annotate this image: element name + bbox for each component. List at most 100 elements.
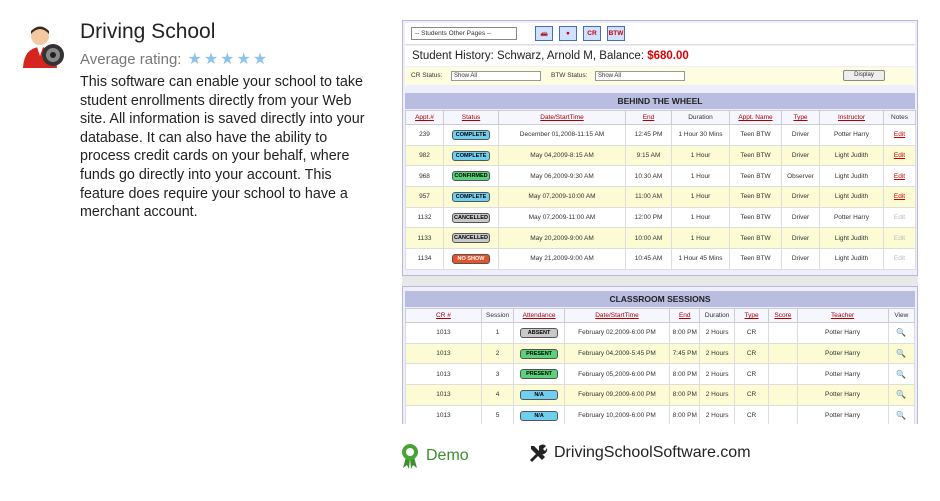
appt-type: Driver: [781, 124, 820, 146]
instructor: Light Judith: [819, 248, 884, 270]
instructor: Potter Harry: [819, 124, 884, 146]
magnifier-icon[interactable]: 🔍: [896, 390, 906, 399]
btw-col-header[interactable]: Type: [781, 110, 820, 125]
status-badge: COMPLETE: [452, 129, 490, 140]
edit-link[interactable]: Edit: [894, 214, 905, 221]
demo-link[interactable]: Demo: [400, 443, 469, 469]
status-badge: CANCELLED: [452, 233, 490, 244]
balance-value: $680.00: [647, 50, 689, 62]
app-icon: [20, 22, 68, 70]
date-start: May 21,2009-9:00 AM: [498, 248, 626, 270]
appt-number: 982: [405, 144, 444, 167]
btw-cell: COMPLETE: [443, 186, 499, 208]
cr-cell: 🔍: [887, 384, 916, 406]
magnifier-icon[interactable]: 🔍: [896, 328, 906, 337]
btw-button[interactable]: BTW: [607, 26, 625, 41]
status-badge: CANCELLED: [452, 212, 490, 223]
btw-row: 1134 NO SHOW May 21,2009-9:00 AM 10:45 AM 1 …: [405, 248, 916, 270]
star-icon: ★: [252, 51, 268, 68]
btw-col-header[interactable]: Date/StartTime: [498, 110, 626, 125]
cr-teacher: Potter Harry: [796, 322, 889, 344]
cr-button[interactable]: CR: [583, 26, 601, 41]
attendance-badge: PRESENT: [520, 369, 559, 380]
end-time: 10:00 AM: [625, 227, 672, 250]
cr-row: 1013 2 PRESENT February 04,2009-5:45 PM 7:45…: [405, 342, 916, 365]
star-icon: ★: [236, 51, 251, 68]
cr-session: 5: [480, 404, 515, 424]
btw-cell: Edit: [883, 186, 916, 208]
btw-row: 1132 CANCELLED May 07,2009-11:00 AM 12:00 P…: [405, 206, 916, 229]
btw-cell: COMPLETE: [443, 144, 499, 167]
date-start: May 06,2009-9:30 AM: [498, 165, 626, 188]
display-button[interactable]: Display: [843, 70, 885, 81]
cr-col-header[interactable]: Type: [733, 308, 770, 323]
star-icon: ★: [203, 51, 219, 68]
cr-cell: PRESENT: [513, 363, 565, 386]
end-time: 10:30 AM: [625, 165, 672, 188]
cr-status-select[interactable]: Show All: [451, 71, 541, 81]
cr-cr: 1013: [405, 363, 482, 386]
star-icon: ★: [187, 51, 202, 68]
attendance-badge: N/A: [520, 389, 559, 400]
edit-link[interactable]: Edit: [894, 235, 905, 242]
edit-link[interactable]: Edit: [894, 131, 905, 138]
magnifier-icon[interactable]: 🔍: [896, 411, 906, 420]
website-link[interactable]: DrivingSchoolSoftware.com: [528, 443, 751, 463]
edit-link[interactable]: Edit: [894, 173, 905, 180]
cr-score: [768, 384, 798, 406]
cr-col-header[interactable]: End: [669, 308, 701, 323]
btw-status-select[interactable]: Show All: [595, 71, 685, 81]
appt-number: 1133: [405, 227, 444, 250]
cr-row: 1013 1 ABSENT February 02,2009-6:00 PM 8:00 …: [405, 322, 916, 344]
cr-col-header[interactable]: Attendance: [513, 308, 565, 323]
cr-col-header[interactable]: Teacher: [796, 308, 889, 323]
btw-col-header[interactable]: Status: [443, 110, 499, 125]
cr-end: 7:45 PM: [669, 342, 701, 365]
cr-date: February 09,2009-6:00 PM: [563, 384, 671, 406]
cr-cell: 🔍: [887, 404, 916, 424]
cr-row: 1013 5 N/A February 10,2009-6:00 PM 8:00 PM 2…: [405, 404, 916, 424]
date-start: May 07,2009-11:00 AM: [498, 206, 626, 229]
demo-label[interactable]: Demo: [426, 447, 469, 465]
appt-number: 1134: [405, 248, 444, 270]
magnifier-icon[interactable]: 🔍: [896, 349, 906, 358]
end-time: 12:00 PM: [625, 206, 672, 229]
disc-icon[interactable]: ●: [559, 26, 577, 41]
btw-row: 1133 CANCELLED May 20,2009-9:00 AM 10:00 AM…: [405, 227, 916, 250]
appt-type: Driver: [781, 144, 820, 167]
star-icon: ★: [220, 51, 235, 68]
student-history-panel: -- Students Other Pages -- 🚗 ● CR BTW St…: [402, 20, 918, 276]
cr-cell: N/A: [513, 404, 565, 424]
cr-col-header[interactable]: Date/StartTime: [563, 308, 671, 323]
edit-link[interactable]: Edit: [894, 193, 905, 200]
website-label[interactable]: DrivingSchoolSoftware.com: [554, 444, 751, 462]
btw-cell: NO SHOW: [443, 248, 499, 270]
cr-session: 2: [480, 342, 515, 365]
cr-title: CLASSROOM SESSIONS: [405, 291, 915, 307]
btw-col-header[interactable]: Appt. Name: [729, 110, 782, 125]
attendance-badge: N/A: [520, 410, 559, 421]
btw-col-header[interactable]: Instructor: [819, 110, 884, 125]
btw-col-header[interactable]: End: [625, 110, 672, 125]
btw-col-header[interactable]: Appt.#: [405, 110, 444, 125]
appt-number: 1132: [405, 206, 444, 229]
btw-cell: Edit: [883, 206, 916, 229]
car-icon[interactable]: 🚗: [535, 26, 553, 41]
cr-duration: 2 Hours: [699, 322, 735, 344]
edit-link[interactable]: Edit: [894, 152, 905, 159]
cr-cell: 🔍: [887, 342, 916, 365]
cr-col-header[interactable]: Score: [768, 308, 798, 323]
btw-cell: Edit: [883, 227, 916, 250]
duration: 1 Hour: [671, 144, 730, 167]
appt-number: 957: [405, 186, 444, 208]
cr-cell: 🔍: [887, 363, 916, 386]
btw-cell: CANCELLED: [443, 227, 499, 250]
instructor: Light Judith: [819, 186, 884, 208]
rating-label: Average rating:: [80, 50, 182, 68]
edit-link[interactable]: Edit: [894, 255, 905, 262]
date-start: May 20,2009-9:00 AM: [498, 227, 626, 250]
magnifier-icon[interactable]: 🔍: [896, 370, 906, 379]
cr-col-header[interactable]: CR #: [405, 308, 482, 323]
appt-name: Teen BTW: [729, 186, 782, 208]
pages-select[interactable]: -- Students Other Pages --: [411, 27, 517, 40]
